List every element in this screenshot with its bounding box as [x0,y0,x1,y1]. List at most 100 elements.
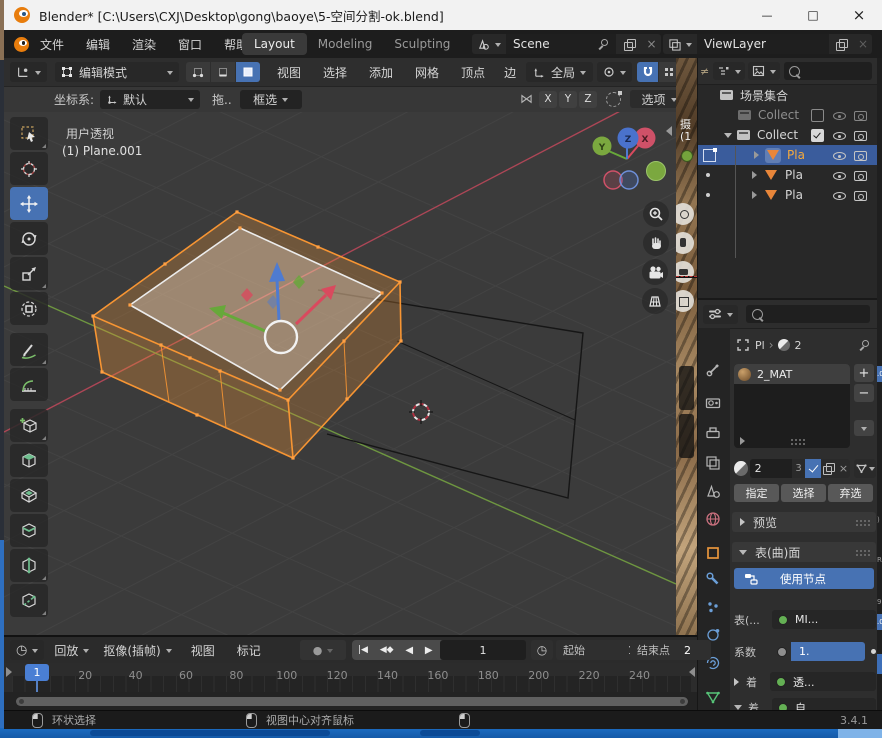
menu-file[interactable]: 文件 [29,36,75,53]
axis-gizmo[interactable]: X Z Y [593,128,666,190]
material-name-field[interactable]: 2 [750,459,793,478]
mirror-x-button[interactable]: X [539,91,557,108]
tab-modeling[interactable]: Modeling [307,37,384,51]
expand-icon[interactable] [752,191,757,199]
tool-knife[interactable] [10,584,48,617]
pin-icon[interactable] [858,339,870,351]
frame-end-field[interactable]: 结束点 2 [630,640,711,660]
axis-z-ball[interactable]: Z [625,135,632,145]
breadcrumb-material[interactable]: 2 [795,339,802,352]
tab-render[interactable] [705,395,721,411]
expand-icon[interactable] [724,133,732,138]
scene-name-field[interactable]: Scene [506,34,616,54]
transform-pivot-dropdown[interactable]: 默认 [100,90,200,109]
animate-dot[interactable] [871,649,876,654]
factor-socket[interactable] [772,642,791,661]
surface-panel-header[interactable]: 表(曲)面 [732,542,876,562]
outliner-search[interactable] [784,62,872,80]
use-nodes-button[interactable]: 使用节点 [734,568,874,589]
tab-sculpting[interactable]: Sculpting [383,37,461,51]
camera-visibility-icon[interactable] [853,129,868,142]
menu-view[interactable]: 视图 [266,64,312,81]
tool-move[interactable] [10,187,48,220]
axis-x-ball[interactable]: X [642,135,649,145]
row-expand-icon[interactable] [734,678,739,686]
fake-user-toggle[interactable] [805,459,821,478]
tool-extrude[interactable] [10,444,48,477]
vertex-select-button[interactable] [186,62,210,82]
collection-checkbox[interactable] [811,109,824,122]
tab-object[interactable] [705,545,721,561]
timeline-ruler[interactable]: 20406080100120140160180200220240 1 [4,663,697,692]
viewport-3d[interactable]: X Z Y 用户透视 (1) Plane.001 [4,112,676,635]
menu-select[interactable]: 选择 [312,64,358,81]
assign-button[interactable]: 指定 [734,484,779,502]
tool-loop-cut[interactable] [10,549,48,582]
menu-edge[interactable]: 边 [496,64,524,81]
expand-icon[interactable] [752,171,757,179]
panel-grip[interactable] [855,549,870,556]
mirror-y-button[interactable]: Y [559,91,577,108]
markers-menu[interactable]: 标记 [226,642,272,659]
properties-type-dropdown[interactable] [703,305,738,324]
axis-neg-y-ball[interactable] [647,162,666,181]
factor-value-field[interactable]: 1. [791,642,865,661]
scene-new-button[interactable] [616,34,642,54]
scene-unlink-button[interactable]: × [642,34,661,54]
tool-annotate[interactable] [10,333,48,366]
eye-icon[interactable] [832,129,847,142]
tab-particles[interactable] [705,599,721,615]
expand-icon[interactable] [754,151,759,159]
outliner-row-scene-collection[interactable]: 场景集合 [698,85,878,105]
viewport-collapse-arrow[interactable] [666,126,672,136]
menu-render[interactable]: 渲染 [121,36,167,53]
outliner-row-plane-2[interactable]: Pla [698,165,878,185]
maximize-button[interactable]: □ [790,0,836,30]
ortho-toggle-button[interactable] [642,288,668,314]
falloff-icon[interactable] [606,92,621,107]
play-button[interactable]: ▶ [425,645,433,656]
use-preview-range-button[interactable]: ◷ [531,640,553,660]
timeline-scrollbar[interactable] [16,697,688,706]
current-frame-field[interactable]: 1 [440,640,526,660]
material-unlink-button[interactable]: × [837,459,851,478]
tab-layout[interactable]: Layout [242,33,307,55]
material-users-button[interactable]: 3 [792,459,805,478]
blender-menu-logo-icon[interactable] [14,37,29,52]
tool-bevel[interactable] [10,514,48,547]
tab-tool[interactable] [705,362,721,378]
node-specials-dropdown[interactable] [854,459,876,478]
eye-icon[interactable] [832,149,847,162]
tab-data[interactable] [705,689,721,705]
jump-start-button[interactable]: |◀ [358,645,368,655]
select-mode-dropdown[interactable]: 框选 [240,90,302,109]
preview-panel-header[interactable]: 预览 [732,512,876,532]
menu-vertex[interactable]: 顶点 [450,64,496,81]
current-frame-marker[interactable]: 1 [25,664,49,681]
auto-keying-group[interactable]: ● [300,640,346,660]
camera-viewport-strip[interactable]: 摄 (1 [676,58,697,635]
eye-icon[interactable] [832,109,847,122]
menu-window[interactable]: 窗口 [167,36,213,53]
viewlayer-type-dropdown[interactable] [663,34,697,54]
display-mode-dropdown[interactable] [713,62,745,80]
tool-add-cube[interactable] [10,409,48,442]
expand-left-arrow[interactable] [6,667,12,677]
tool-select-box[interactable] [10,117,48,150]
tool-cursor[interactable] [10,152,48,185]
camera-visibility-icon[interactable] [853,149,868,162]
prev-keyframe-button[interactable]: ◀◆ [380,645,394,655]
tab-output[interactable] [705,425,721,441]
material-copy-button[interactable] [821,459,836,478]
orientation-dropdown[interactable]: 全局 [526,62,593,82]
pan-button[interactable] [643,230,669,256]
slot-expand-icon[interactable] [740,437,745,445]
resize-grip[interactable] [790,438,805,445]
tool-measure[interactable] [10,368,48,401]
timeline-view-menu[interactable]: 视图 [180,642,226,659]
properties-search[interactable] [746,305,870,323]
tool-transform[interactable] [10,292,48,325]
slot-add-button[interactable]: + [854,364,874,382]
camera-visibility-icon[interactable] [853,189,868,202]
eye-icon[interactable] [832,189,847,202]
